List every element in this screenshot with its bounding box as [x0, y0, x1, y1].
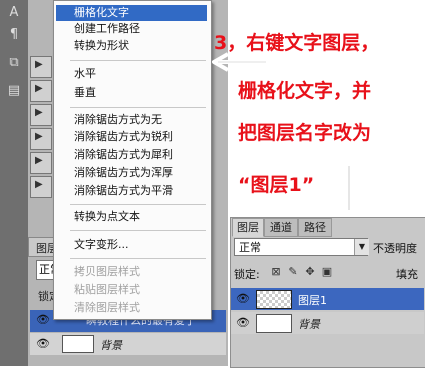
menu-item-antialias-smooth[interactable]: 消除锯齿方式为平滑 — [56, 183, 207, 199]
annotation-line-4: “图层1” — [238, 174, 315, 196]
menu-item-copy-layer-style: 拷贝图层样式 — [74, 265, 140, 278]
tools-panel: A ¶ ⧉ ▤ — [0, 0, 28, 366]
menu-item-convert-to-point-text[interactable]: 转换为点文本 — [56, 209, 207, 225]
menu-item-antialias-sharp[interactable]: 消除锯齿方式为锐利 — [56, 129, 207, 145]
lock-transparent-icon[interactable]: ⊠ — [270, 266, 282, 278]
collapsed-row[interactable] — [30, 176, 52, 198]
left-arrow-icon — [212, 52, 266, 72]
visibility-eye-icon[interactable]: 👁 — [236, 316, 250, 329]
menu-separator — [70, 258, 206, 259]
annotation-line-1: 3，右键文字图层， — [214, 32, 380, 54]
visibility-eye-icon[interactable]: 👁 — [236, 292, 250, 305]
menu-item-paste-layer-style: 粘贴图层样式 — [74, 283, 140, 296]
collapsed-row[interactable] — [30, 128, 52, 150]
background-layer-name[interactable]: 背景 — [298, 316, 320, 332]
tab-paths[interactable]: 路径 — [298, 218, 332, 237]
tab-layers[interactable]: 图层 — [232, 218, 264, 237]
menu-item-vertical[interactable]: 垂直 — [56, 85, 207, 101]
menu-separator — [70, 230, 206, 231]
collapsed-row[interactable] — [30, 104, 52, 126]
notes-icon[interactable]: ▤ — [5, 82, 23, 100]
left-background-layer-row[interactable] — [30, 333, 226, 355]
layer-name[interactable]: 图层1 — [298, 292, 327, 308]
collapsed-row[interactable] — [30, 80, 52, 102]
blend-mode-select[interactable]: 正常 — [234, 238, 368, 256]
menu-item-rasterize-type[interactable]: 栅格化文字 — [56, 5, 207, 21]
menu-item-antialias-strong[interactable]: 消除锯齿方式为浑厚 — [56, 165, 207, 181]
menu-item-clear-layer-style: 清除图层样式 — [74, 301, 140, 314]
lock-position-icon[interactable]: ✥ — [304, 266, 316, 278]
menu-separator — [70, 204, 206, 205]
collapsed-row[interactable] — [30, 56, 52, 78]
menu-item-antialias-none[interactable]: 消除锯齿方式为无 — [56, 112, 207, 128]
lock-label: 锁定: — [234, 268, 260, 281]
layer-thumbnail — [62, 335, 94, 353]
fill-label: 填充 — [396, 268, 418, 281]
paragraph-icon[interactable]: ¶ — [5, 26, 23, 44]
menu-separator — [70, 60, 206, 61]
menu-item-convert-to-shape[interactable]: 转换为形状 — [56, 38, 207, 54]
visibility-eye-icon[interactable]: 👁 — [36, 337, 50, 350]
annotation-line-3: 把图层名字改为 — [238, 122, 372, 144]
context-menu: 栅格化文字 创建工作路径 转换为形状 水平 垂直 消除锯齿方式为无 消除锯齿方式… — [53, 0, 212, 320]
clone-source-icon[interactable]: ⧉ — [5, 54, 23, 72]
menu-separator — [70, 107, 206, 108]
annotation-line-2: 栅格化文字，并 — [238, 80, 372, 102]
menu-item-antialias-crisp[interactable]: 消除锯齿方式为犀利 — [56, 147, 207, 163]
collapsed-row[interactable] — [30, 152, 52, 174]
lock-all-icon[interactable]: ▣ — [321, 266, 333, 278]
menu-item-warp-text[interactable]: 文字变形... — [56, 237, 207, 253]
lock-image-icon[interactable]: ✎ — [287, 266, 299, 278]
down-arrow-icon — [337, 166, 361, 214]
menu-item-create-work-path[interactable]: 创建工作路径 — [56, 21, 207, 37]
tab-channels[interactable]: 通道 — [264, 218, 298, 237]
chevron-down-icon[interactable]: ▼ — [354, 239, 369, 255]
menu-item-horizontal[interactable]: 水平 — [56, 66, 207, 82]
type-tool-icon[interactable]: A — [5, 4, 23, 22]
visibility-eye-icon[interactable]: 👁 — [36, 313, 50, 326]
transparent-layer-thumbnail — [256, 290, 292, 309]
left-background-layer-name: 背景 — [100, 339, 122, 352]
layer-thumbnail — [256, 314, 292, 333]
opacity-label: 不透明度 — [373, 242, 417, 255]
